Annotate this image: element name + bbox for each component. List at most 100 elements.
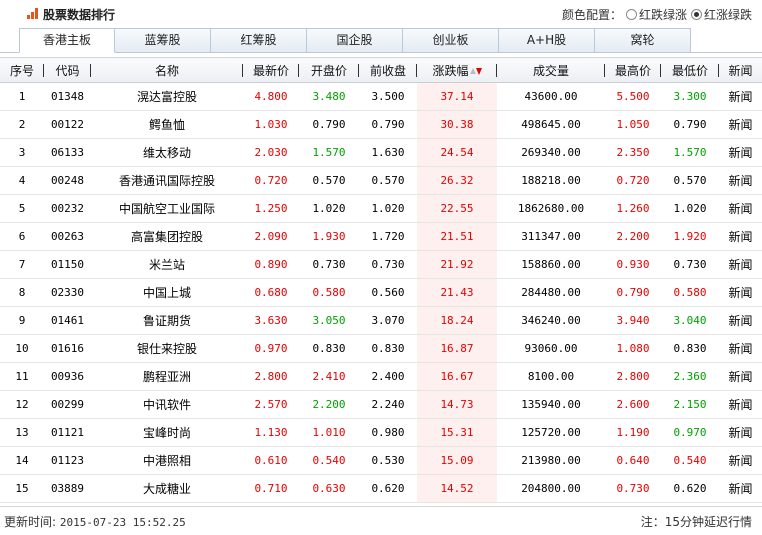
code-cell[interactable]: 00248 — [44, 166, 91, 195]
name-cell[interactable]: 中讯软件 — [91, 390, 243, 419]
tab-blue-chip[interactable]: 蓝筹股 — [115, 28, 211, 53]
open-price-cell: 3.480 — [299, 82, 359, 111]
rank-cell: 4 — [0, 166, 44, 195]
table-row[interactable]: 7 01150 米兰站 0.890 0.730 0.730 21.92 158860.00 0.… — [0, 250, 762, 279]
rank-cell: 12 — [0, 390, 44, 419]
name-cell[interactable]: 鲁证期货 — [91, 306, 243, 335]
prev-close-cell: 0.790 — [359, 110, 417, 139]
col-header-change[interactable]: 涨跌幅 — [417, 57, 497, 83]
radio-red-fall[interactable] — [625, 9, 637, 20]
code-cell[interactable]: 01121 — [44, 418, 91, 447]
news-link[interactable]: 新闻 — [719, 334, 762, 363]
tab-h-shares[interactable]: 国企股 — [307, 28, 403, 53]
table-row[interactable]: 5 00232 中国航空工业国际 1.250 1.020 1.020 22.55 186268… — [0, 194, 762, 223]
low-price-cell: 2.360 — [661, 362, 719, 391]
code-cell[interactable]: 01123 — [44, 446, 91, 475]
name-cell[interactable]: 银仕来控股 — [91, 334, 243, 363]
tab-a-plus-h[interactable]: A+H股 — [499, 28, 595, 53]
high-price-cell: 2.800 — [605, 362, 661, 391]
news-link[interactable]: 新闻 — [719, 390, 762, 419]
table-row[interactable]: 14 01123 中港照相 0.610 0.540 0.530 15.09 213980.00… — [0, 446, 762, 475]
col-header-open[interactable]: 开盘价 — [299, 57, 359, 83]
col-header-volume[interactable]: 成交量 — [497, 57, 605, 83]
news-link[interactable]: 新闻 — [719, 250, 762, 279]
news-link[interactable]: 新闻 — [719, 474, 762, 503]
change-cell: 30.38 — [417, 110, 497, 139]
code-cell[interactable]: 06133 — [44, 138, 91, 167]
col-header-low[interactable]: 最低价 — [661, 57, 719, 83]
news-link[interactable]: 新闻 — [719, 166, 762, 195]
volume-cell: 1862680.00 — [497, 194, 605, 223]
news-link[interactable]: 新闻 — [719, 446, 762, 475]
code-cell[interactable]: 02330 — [44, 278, 91, 307]
name-cell[interactable]: 米兰站 — [91, 250, 243, 279]
name-cell[interactable]: 中港照相 — [91, 446, 243, 475]
code-cell[interactable]: 01150 — [44, 250, 91, 279]
news-link[interactable]: 新闻 — [719, 194, 762, 223]
table-row[interactable]: 8 02330 中国上城 0.680 0.580 0.560 21.43 284480.00 0… — [0, 278, 762, 307]
name-cell[interactable]: 维太移动 — [91, 138, 243, 167]
table-row[interactable]: 2 00122 鳄鱼恤 1.030 0.790 0.790 30.38 498645.00 1.… — [0, 110, 762, 139]
color-config-label: 颜色配置： — [561, 8, 622, 22]
name-cell[interactable]: 香港通讯国际控股 — [91, 166, 243, 195]
code-cell[interactable]: 00232 — [44, 194, 91, 223]
low-price-cell: 0.730 — [661, 250, 719, 279]
table-row[interactable]: 1 01348 滉达富控股 4.800 3.480 3.500 37.14 43600.00 5… — [0, 82, 762, 111]
table-row[interactable]: 13 01121 宝峰时尚 1.130 1.010 0.980 15.31 125720.00… — [0, 418, 762, 447]
code-cell[interactable]: 00936 — [44, 362, 91, 391]
col-header-last[interactable]: 最新价 — [243, 57, 299, 83]
news-link[interactable]: 新闻 — [719, 278, 762, 307]
code-cell[interactable]: 01461 — [44, 306, 91, 335]
news-link[interactable]: 新闻 — [719, 110, 762, 139]
name-cell[interactable]: 鳄鱼恤 — [91, 110, 243, 139]
table-row[interactable]: 9 01461 鲁证期货 3.630 3.050 3.070 18.24 346240.00 3… — [0, 306, 762, 335]
news-link[interactable]: 新闻 — [719, 138, 762, 167]
name-cell[interactable]: 宝峰时尚 — [91, 418, 243, 447]
name-cell[interactable]: 高富集团控股 — [91, 222, 243, 251]
table-row[interactable]: 6 00263 高富集团控股 2.090 1.930 1.720 21.51 311347.0… — [0, 222, 762, 251]
last-price-cell: 1.030 — [243, 110, 299, 139]
code-cell[interactable]: 00299 — [44, 390, 91, 419]
tab-gem[interactable]: 创业板 — [403, 28, 499, 53]
name-cell[interactable]: 滉达富控股 — [91, 82, 243, 111]
col-header-name[interactable]: 名称 — [91, 57, 243, 83]
code-cell[interactable]: 01348 — [44, 82, 91, 111]
page-title: 股票数据排行 — [43, 8, 116, 22]
name-cell[interactable]: 鹏程亚洲 — [91, 362, 243, 391]
table-row[interactable]: 10 01616 银仕来控股 0.970 0.830 0.830 16.87 93060.00… — [0, 334, 762, 363]
col-header-code[interactable]: 代码 — [44, 57, 91, 83]
table-row[interactable]: 4 00248 香港通讯国际控股 0.720 0.570 0.570 26.32 188218… — [0, 166, 762, 195]
col-header-prev[interactable]: 前收盘 — [359, 57, 417, 83]
last-price-cell: 2.030 — [243, 138, 299, 167]
col-header-high[interactable]: 最高价 — [605, 57, 661, 83]
code-cell[interactable]: 00263 — [44, 222, 91, 251]
low-price-cell: 0.790 — [661, 110, 719, 139]
news-link[interactable]: 新闻 — [719, 362, 762, 391]
table-row[interactable]: 15 03889 大成糖业 0.710 0.630 0.620 14.52 204800.00… — [0, 474, 762, 503]
news-link[interactable]: 新闻 — [719, 306, 762, 335]
last-price-cell: 0.890 — [243, 250, 299, 279]
name-cell[interactable]: 大成糖业 — [91, 474, 243, 503]
update-time: 更新时间: 2015-07-23 15:52.25 — [4, 515, 186, 529]
tab-warrants[interactable]: 窝轮 — [595, 28, 691, 53]
option-red-rise-label[interactable]: 红涨绿跌 — [704, 6, 752, 23]
change-cell: 21.43 — [417, 278, 497, 307]
news-link[interactable]: 新闻 — [719, 418, 762, 447]
table-row[interactable]: 12 00299 中讯软件 2.570 2.200 2.240 14.73 135940.00… — [0, 390, 762, 419]
news-link[interactable]: 新闻 — [719, 222, 762, 251]
option-red-fall-label[interactable]: 红跌绿涨 — [639, 6, 687, 23]
table-row[interactable]: 11 00936 鹏程亚洲 2.800 2.410 2.400 16.67 8100.00 2.… — [0, 362, 762, 391]
last-price-cell: 0.680 — [243, 278, 299, 307]
tab-red-chip[interactable]: 红筹股 — [211, 28, 307, 53]
name-cell[interactable]: 中国上城 — [91, 278, 243, 307]
table-row[interactable]: 3 06133 维太移动 2.030 1.570 1.630 24.54 269340.00 2… — [0, 138, 762, 167]
code-cell[interactable]: 03889 — [44, 474, 91, 503]
col-header-rank[interactable]: 序号 — [0, 57, 44, 83]
code-cell[interactable]: 01616 — [44, 334, 91, 363]
news-link[interactable]: 新闻 — [719, 82, 762, 111]
code-cell[interactable]: 00122 — [44, 110, 91, 139]
tab-hk-main-board[interactable]: 香港主板 — [19, 28, 115, 53]
name-cell[interactable]: 中国航空工业国际 — [91, 194, 243, 223]
radio-red-rise[interactable] — [690, 9, 702, 20]
low-price-cell: 3.300 — [661, 82, 719, 111]
